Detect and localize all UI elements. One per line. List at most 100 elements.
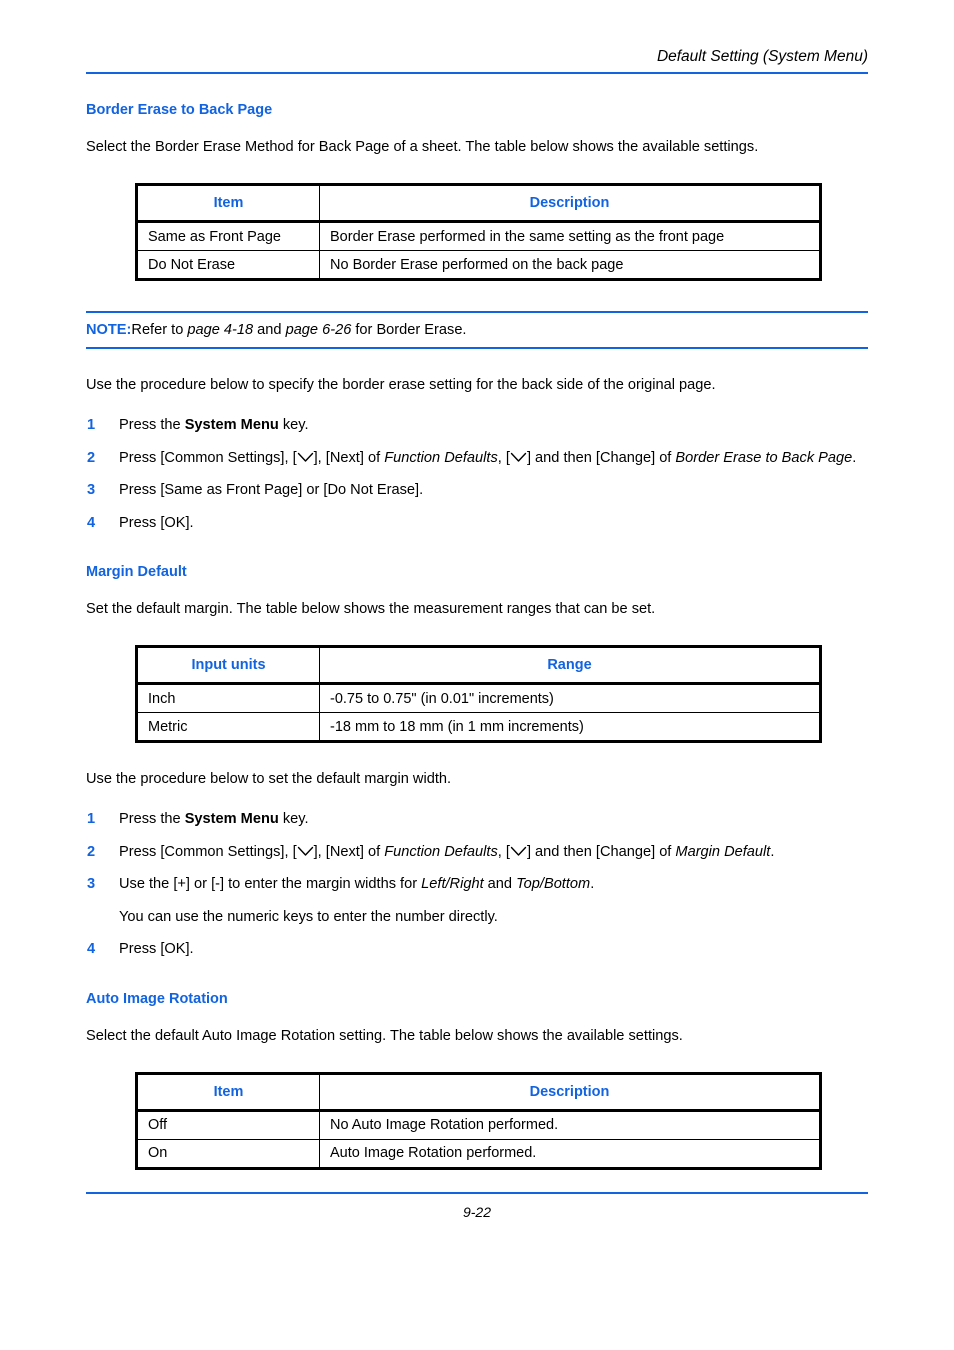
table-border-erase: Item Description Same as Front Page Bord… [135, 183, 822, 281]
plain-text: and [483, 876, 517, 892]
plain-text: ] and then [Change] of [526, 843, 676, 860]
procedure-step: 3 Press [Same as Front Page] or [Do Not … [86, 480, 868, 501]
plain-text: key. [278, 417, 309, 433]
procedure-step: 2 Press [Common Settings], [ ], [Next] of… [86, 842, 868, 863]
step-number: 1 [87, 811, 96, 827]
cell-description: Auto Image Rotation performed. [330, 1145, 537, 1161]
table-wrap-border-erase: Item Description Same as Front Page Bord… [135, 183, 822, 281]
procedure-substep-text: You can use the numeric keys to enter th… [119, 908, 498, 925]
step-number: 3 [87, 482, 96, 498]
step-text: Press [Same as Front Page] or [Do Not Er… [119, 482, 423, 498]
cell-range: -18 mm to 18 mm (in 1 mm increments) [330, 718, 584, 735]
page-footer: 9-22 [86, 1192, 868, 1220]
procedure-step: 4 Press [OK]. [86, 939, 868, 960]
procedure-list-border-erase: 1 Press the System Menu key. 2 Press [Co… [86, 415, 868, 533]
chevron-down-icon [297, 846, 314, 857]
step-text: Press [OK]. [119, 941, 194, 957]
note-label: NOTE: [86, 322, 132, 338]
step-text: Press [Common Settings], [ ], [Next] of F… [119, 844, 774, 860]
table-header-row: Item Description [136, 184, 821, 223]
table-margin-default: Input units Range Inch -0.75 to 0.75" (i… [135, 645, 822, 743]
emphasis-italic: Function Defaults [384, 843, 498, 860]
section-heading-auto-image-rotation: Auto Image Rotation [86, 990, 228, 1007]
section-heading-border-erase: Border Erase to Back Page [86, 102, 273, 118]
table-header-row: Item Description [136, 1073, 821, 1112]
procedure-step: 2 Press [Common Settings], [ ], [Next] of… [86, 448, 868, 469]
plain-text: , [ [497, 843, 510, 860]
intro-text-auto-image-rotation: Select the default Auto Image Rotation s… [86, 1027, 683, 1044]
step-number: 2 [87, 449, 96, 466]
emphasis-italic: Left/Right [421, 876, 484, 892]
page-content: Border Erase to Back Page Select the Bor… [86, 101, 868, 1170]
emphasis-bold: System Menu [184, 417, 279, 433]
cell-item: On [136, 1139, 320, 1168]
page-number: 9-22 [462, 1204, 492, 1220]
step-number: 4 [87, 514, 96, 531]
emphasis-italic: Border Erase to Back Page [675, 449, 853, 466]
step-text: Press the System Menu key. [119, 417, 309, 433]
note-page-ref-1: page 4-18 [187, 322, 254, 338]
note-text-1: Refer to [131, 322, 188, 338]
step-number: 3 [87, 876, 96, 892]
table-row: Same as Front Page Border Erase performe… [136, 221, 821, 251]
header-rule [86, 72, 868, 74]
step-text: Use the [+] or [-] to enter the margin w… [119, 876, 594, 892]
emphasis-italic: Margin Default [675, 843, 771, 860]
column-header-item: Item [136, 184, 320, 223]
procedure-step: 4 Press [OK]. [86, 513, 868, 534]
plain-text: Press the [119, 811, 185, 827]
cell-input-units: Metric [136, 712, 320, 742]
column-header-input-units: Input units [136, 646, 320, 685]
procedure-step: 3 Use the [+] or [-] to enter the margin… [86, 874, 868, 895]
column-header-range: Range [319, 646, 821, 685]
plain-text: Use the [+] or [-] to enter the margin w… [119, 876, 422, 892]
plain-text: Press [Common Settings], [ [119, 449, 297, 466]
plain-text: key. [278, 811, 309, 827]
intro-text-margin-default: Set the default margin. The table below … [86, 601, 656, 617]
emphasis-italic: Top/Bottom [516, 876, 591, 892]
section-heading-margin-default: Margin Default [86, 564, 187, 580]
step-number: 2 [87, 843, 96, 860]
table-row: Inch -0.75 to 0.75" (in 0.01" increments… [136, 683, 821, 713]
step-number: 1 [87, 417, 96, 433]
plain-text: ], [Next] of [313, 843, 385, 860]
plain-text: . [852, 449, 857, 466]
procedure-step: 1 Press the System Menu key. [86, 415, 868, 436]
table-row: Off No Auto Image Rotation performed. [136, 1110, 821, 1140]
cell-description: No Auto Image Rotation performed. [319, 1110, 821, 1140]
cell-item: Do Not Erase [136, 250, 320, 280]
emphasis-italic: Function Defaults [384, 449, 498, 466]
plain-text: ], [Next] of [313, 449, 385, 466]
cell-range: -0.75 to 0.75" (in 0.01" increments) [319, 683, 821, 713]
note-text: NOTE:Refer to page 4-18 and page 6-26 fo… [86, 313, 868, 347]
note-text-2: and [253, 322, 286, 338]
cell-input-units: Inch [136, 683, 320, 713]
procedure-intro-border-erase: Use the procedure below to specify the b… [86, 377, 716, 393]
column-header-item: Item [136, 1073, 320, 1112]
table-row: Metric -18 mm to 18 mm (in 1 mm incremen… [136, 712, 821, 742]
procedure-step: 1 Press the System Menu key. [86, 809, 868, 830]
intro-text-border-erase: Select the Border Erase Method for Back … [86, 139, 759, 155]
plain-text: ] and then [Change] of [526, 449, 676, 466]
step-text: Press the System Menu key. [119, 811, 309, 827]
note-page-ref-2: page 6-26 [285, 322, 352, 338]
plain-text: Press [Common Settings], [ [119, 843, 297, 860]
plain-text: Press [OK]. [119, 941, 194, 957]
table-header-row: Input units Range [136, 646, 821, 685]
column-header-description: Description [319, 184, 821, 223]
table-wrap-auto-image-rotation: Item Description Off No Auto Image Rotat… [135, 1071, 822, 1170]
plain-text: , [ [497, 449, 510, 466]
header-title: Default Setting (System Menu) [656, 48, 868, 65]
plain-text: Press [Same as Front Page] or [Do Not Er… [119, 482, 424, 498]
column-header-description: Description [319, 1073, 821, 1112]
plain-text: Press [OK]. [119, 514, 194, 531]
document-page: Default Setting (System Menu) Border Era… [0, 0, 954, 1350]
table-row: Do Not Erase No Border Erase performed o… [136, 250, 821, 280]
chevron-down-icon [510, 452, 527, 463]
step-number: 4 [87, 941, 96, 957]
note-block: NOTE:Refer to page 4-18 and page 6-26 fo… [86, 311, 868, 349]
page-header: Default Setting (System Menu) [86, 48, 868, 74]
note-text-3: for Border Erase. [351, 322, 467, 338]
step-text: Press [OK]. [119, 515, 194, 531]
chevron-down-icon [510, 846, 527, 857]
